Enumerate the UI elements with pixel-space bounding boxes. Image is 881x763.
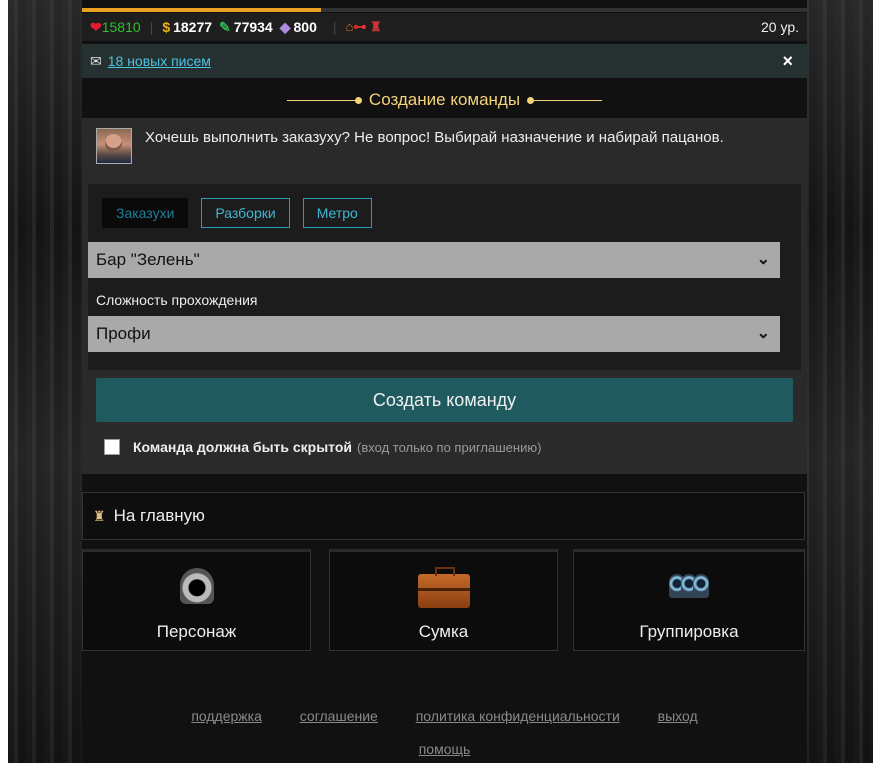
experience-bar xyxy=(82,8,807,12)
stats-bar: ❤ 15810 | $ 18277 ✎ 77934 ◆ 800 | ⌂⊶ ♜ 2… xyxy=(82,13,807,41)
close-icon[interactable]: × xyxy=(782,51,793,72)
level-label: 20 ур. xyxy=(761,19,799,35)
decorative-panel-right xyxy=(799,0,873,763)
difficulty-select[interactable]: Профи ⌄ xyxy=(88,316,780,352)
team-creation-panel: Хочешь выполнить заказуху? Не вопрос! Вы… xyxy=(82,118,807,474)
heart-icon: ❤ xyxy=(90,18,102,35)
page-edge-left xyxy=(0,0,8,763)
gem-icon: ✎ xyxy=(219,18,231,35)
page-title-text: Создание команды xyxy=(368,90,521,109)
page-edge-right xyxy=(873,0,881,763)
footer-links: поддержка соглашение политика конфиденци… xyxy=(82,708,807,757)
group-icon xyxy=(669,574,709,598)
status-icons[interactable]: ⌂⊶ ♜ xyxy=(346,19,382,35)
divider: | xyxy=(149,19,154,35)
hidden-team-option: Команда должна быть скрытой (вход только… xyxy=(104,439,541,455)
agreement-link[interactable]: соглашение xyxy=(300,708,378,724)
chevron-down-icon: ⌄ xyxy=(756,251,770,268)
mail-icon: ✉ xyxy=(90,52,102,69)
nav-bag-label: Сумка xyxy=(418,622,469,641)
home-label: На главную xyxy=(113,506,205,525)
create-team-button[interactable]: Создать команду xyxy=(96,378,793,422)
nav-group-label: Группировка xyxy=(639,622,739,641)
help-link[interactable]: помощь xyxy=(419,741,471,757)
home-icon: ♜ xyxy=(93,507,106,524)
chevron-down-icon: ⌄ xyxy=(756,325,770,342)
title-ornament-left xyxy=(286,96,362,104)
support-link[interactable]: поддержка xyxy=(191,708,262,724)
privacy-link[interactable]: политика конфиденциальности xyxy=(416,708,620,724)
nav-group[interactable]: Группировка xyxy=(573,549,805,651)
tab-fights[interactable]: Разборки xyxy=(201,198,290,228)
nav-bag[interactable]: Сумка xyxy=(329,549,558,651)
mission-tabs: Заказухи Разборки Метро xyxy=(102,198,385,228)
npc-avatar xyxy=(96,128,132,164)
tab-metro[interactable]: Метро xyxy=(302,198,372,228)
decorative-panel-left xyxy=(8,0,82,763)
hidden-team-checkbox[interactable] xyxy=(104,439,120,455)
crystals-value: 800 xyxy=(293,19,317,35)
target-select-value: Бар "Зелень" xyxy=(96,250,200,269)
gems-value: 77934 xyxy=(233,19,273,35)
divider: | xyxy=(332,19,337,35)
page-title: Создание команды xyxy=(82,86,807,114)
difficulty-label: Сложность прохождения xyxy=(96,292,258,308)
logout-link[interactable]: выход xyxy=(658,708,698,724)
dollar-icon: $ xyxy=(162,19,171,35)
briefcase-icon xyxy=(417,567,470,608)
mail-notification: ✉ 18 новых писем × xyxy=(82,44,807,78)
nav-character[interactable]: Персонаж xyxy=(82,549,311,651)
money-value: 18277 xyxy=(173,19,213,35)
crystal-icon: ◆ xyxy=(279,18,291,35)
new-mail-link[interactable]: 18 новых писем xyxy=(108,53,211,69)
character-icon xyxy=(179,568,214,604)
mission-form: Заказухи Разборки Метро Бар "Зелень" ⌄ С… xyxy=(88,184,801,370)
difficulty-select-value: Профи xyxy=(96,324,151,343)
npc-message: Хочешь выполнить заказуху? Не вопрос! Вы… xyxy=(145,129,724,146)
title-ornament-right xyxy=(527,96,603,104)
hidden-team-note: (вход только по приглашению) xyxy=(357,439,542,455)
nav-character-label: Персонаж xyxy=(156,622,237,641)
home-link[interactable]: ♜ На главную xyxy=(82,492,805,540)
health-value: 15810 xyxy=(101,19,141,35)
hidden-team-label[interactable]: Команда должна быть скрытой xyxy=(133,439,352,455)
tab-contracts[interactable]: Заказухи xyxy=(102,198,189,228)
experience-bar-fill xyxy=(82,8,322,12)
target-select[interactable]: Бар "Зелень" ⌄ xyxy=(88,242,780,278)
game-container: ❤ 15810 | $ 18277 ✎ 77934 ◆ 800 | ⌂⊶ ♜ 2… xyxy=(82,0,807,763)
